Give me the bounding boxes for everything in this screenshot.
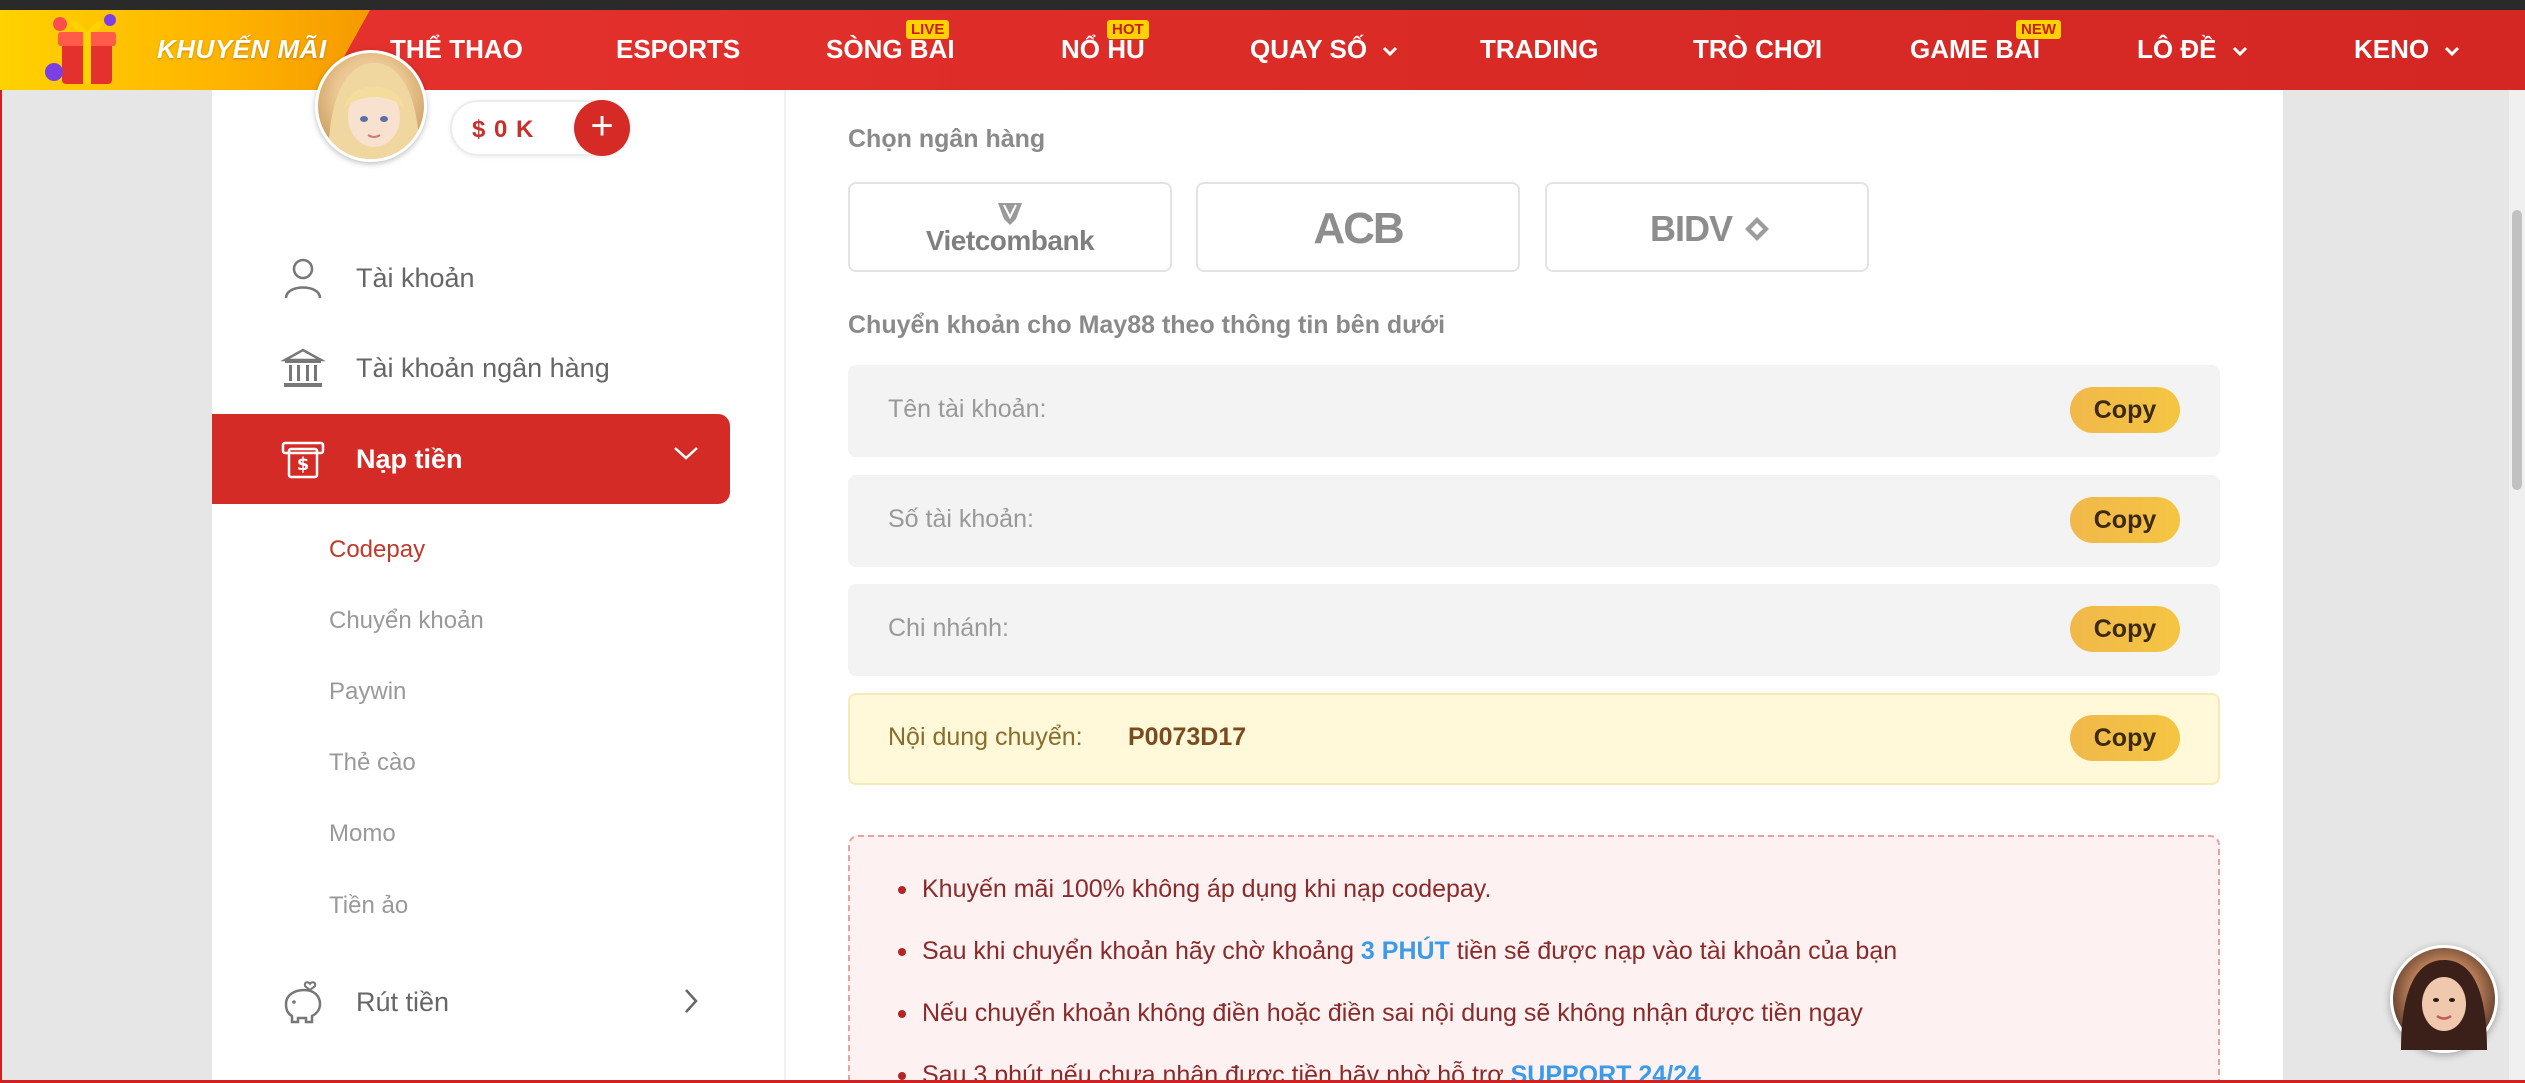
- copy-branch-button[interactable]: Copy: [2070, 606, 2180, 652]
- sidebar-item-bank-account[interactable]: Tài khoản ngân hàng: [212, 323, 730, 413]
- transfer-content-row: Nội dung chuyển: P0073D17 Copy: [848, 693, 2220, 785]
- nav-item-trading[interactable]: TRADING: [1480, 34, 1598, 65]
- live-badge: LIVE: [906, 20, 950, 39]
- field-label: Số tài khoản:: [888, 505, 1034, 533]
- submenu-the-cao[interactable]: Thẻ cào: [329, 749, 416, 777]
- nav-item-esports[interactable]: ESPORTS: [616, 34, 740, 65]
- note-item: Nếu chuyển khoản không điền hoặc điền sa…: [898, 999, 1863, 1028]
- note-text: Nếu chuyển khoản không điền hoặc điền sa…: [922, 999, 1863, 1027]
- submenu-codepay[interactable]: Codepay: [329, 536, 425, 564]
- bank-name-text: Vietcombank: [926, 225, 1095, 256]
- scrollbar-thumb[interactable]: [2512, 210, 2522, 490]
- nav-item-no-hu[interactable]: HOT NỔ HŨ: [1061, 20, 1149, 65]
- bank-name-text: ACB: [1313, 204, 1403, 253]
- field-label: Chi nhánh:: [888, 614, 1009, 642]
- svg-text:$: $: [297, 454, 310, 475]
- chat-agent-photo: [2401, 960, 2487, 1050]
- chevron-down-icon: [2232, 47, 2247, 57]
- bank-option-vietcombank[interactable]: Vietcombank: [848, 182, 1172, 272]
- branch-row: Chi nhánh: Copy: [848, 584, 2220, 676]
- nav-item-tro-choi[interactable]: TRÒ CHƠI: [1693, 34, 1822, 65]
- chevron-down-icon: [674, 447, 698, 460]
- chevron-down-icon: [1383, 47, 1398, 57]
- sidebar-item-label: Tài khoản ngân hàng: [356, 352, 610, 383]
- new-badge: NEW: [2016, 20, 2061, 39]
- transfer-code: P0073D17: [1128, 723, 1247, 751]
- avatar[interactable]: [315, 50, 427, 162]
- nav-label: TRADING: [1480, 34, 1599, 64]
- choose-bank-title: Chọn ngân hàng: [848, 125, 1046, 153]
- nav-label: TRÒ CHƠI: [1693, 34, 1823, 64]
- field-label: Tên tài khoản:: [888, 395, 1047, 423]
- promo-nav-item[interactable]: KHUYẾN MÃI: [0, 10, 370, 90]
- note-item: Khuyến mãi 100% không áp dụng khi nạp co…: [897, 875, 1492, 904]
- nav-item-lo-de[interactable]: LÔ ĐỀ: [2137, 34, 2248, 65]
- submenu-momo[interactable]: Momo: [329, 820, 396, 848]
- nav-item-game-bai[interactable]: NEW GAME BÀI: [1910, 20, 2061, 65]
- note-text: tiền sẽ được nạp vào tài khoản của bạn: [1449, 937, 1898, 965]
- submenu-chuyen-khoan[interactable]: Chuyển khoản: [329, 607, 484, 635]
- sidebar-item-label: Tài khoản: [356, 262, 475, 293]
- note-item: Sau khi chuyển khoản hãy chờ khoảng 3 PH…: [897, 937, 1898, 966]
- nav-label: KENO: [2354, 34, 2430, 64]
- account-name-row: Tên tài khoản: Copy: [848, 365, 2220, 457]
- copy-transfer-content-button[interactable]: Copy: [2070, 715, 2180, 761]
- submenu-paywin[interactable]: Paywin: [329, 678, 406, 706]
- sidebar-item-withdraw[interactable]: Rút tiền: [212, 957, 730, 1047]
- field-label: Nội dung chuyển:: [888, 723, 1083, 751]
- balance-amount: $ 0 K: [472, 116, 535, 143]
- bank-name-text: BIDV: [1650, 208, 1733, 249]
- chevron-right-icon: [685, 989, 698, 1013]
- add-funds-button[interactable]: +: [574, 100, 630, 156]
- top-strip: [0, 0, 2525, 10]
- nav-label: LÔ ĐỀ: [2137, 34, 2217, 64]
- note-highlight: 3 PHÚT: [1360, 937, 1450, 965]
- transfer-info-title: Chuyển khoản cho May88 theo thông tin bê…: [848, 311, 1446, 339]
- bank-icon: [278, 343, 328, 393]
- note-text: Khuyến mãi 100% không áp dụng khi nạp co…: [922, 875, 1492, 903]
- deposit-notes: Khuyến mãi 100% không áp dụng khi nạp co…: [848, 835, 2220, 1083]
- nav-label: THỂ THAO: [390, 34, 523, 64]
- piggy-bank-icon: [278, 977, 328, 1027]
- nav-label: ESPORTS: [616, 34, 741, 64]
- page-scrollbar[interactable]: [2509, 90, 2525, 1080]
- deposit-icon: $: [278, 434, 328, 484]
- hot-badge: HOT: [1107, 20, 1149, 39]
- bidv-logo: BIDV: [1650, 208, 1769, 249]
- sidebar-item-label: Rút tiền: [356, 986, 450, 1017]
- note-text: Sau khi chuyển khoản hãy chờ khoảng: [922, 937, 1361, 965]
- account-number-row: Số tài khoản: Copy: [848, 475, 2220, 567]
- page-border-left: [0, 90, 2, 1083]
- nav-item-quay-so[interactable]: QUAY SỐ: [1250, 34, 1398, 65]
- copy-account-name-button[interactable]: Copy: [2070, 387, 2180, 433]
- user-icon: [278, 253, 328, 303]
- vietcombank-logo: Vietcombank: [926, 203, 1096, 256]
- live-chat-avatar-button[interactable]: [2390, 945, 2498, 1053]
- sidebar-item-deposit[interactable]: $ Nạp tiền: [212, 414, 730, 504]
- sidebar-item-label: Nạp tiền: [356, 443, 463, 474]
- acb-logo: ACB: [1313, 204, 1405, 253]
- submenu-tien-ao[interactable]: Tiền ảo: [329, 892, 408, 920]
- nav-label: QUAY SỐ: [1250, 34, 1368, 64]
- nav-item-keno[interactable]: KENO: [2354, 34, 2460, 65]
- nav-item-song-bai[interactable]: LIVE SÒNG BÀI: [826, 20, 955, 65]
- chevron-down-icon: [2445, 47, 2460, 57]
- nav-item-the-thao[interactable]: THỂ THAO: [390, 34, 523, 65]
- bank-option-bidv[interactable]: BIDV: [1545, 182, 1869, 272]
- bank-option-acb[interactable]: ACB: [1196, 182, 1520, 272]
- promo-label: KHUYẾN MÃI: [157, 34, 327, 64]
- gift-icon: [45, 14, 116, 84]
- sidebar-item-account[interactable]: Tài khoản: [212, 233, 730, 323]
- copy-account-number-button[interactable]: Copy: [2070, 497, 2180, 543]
